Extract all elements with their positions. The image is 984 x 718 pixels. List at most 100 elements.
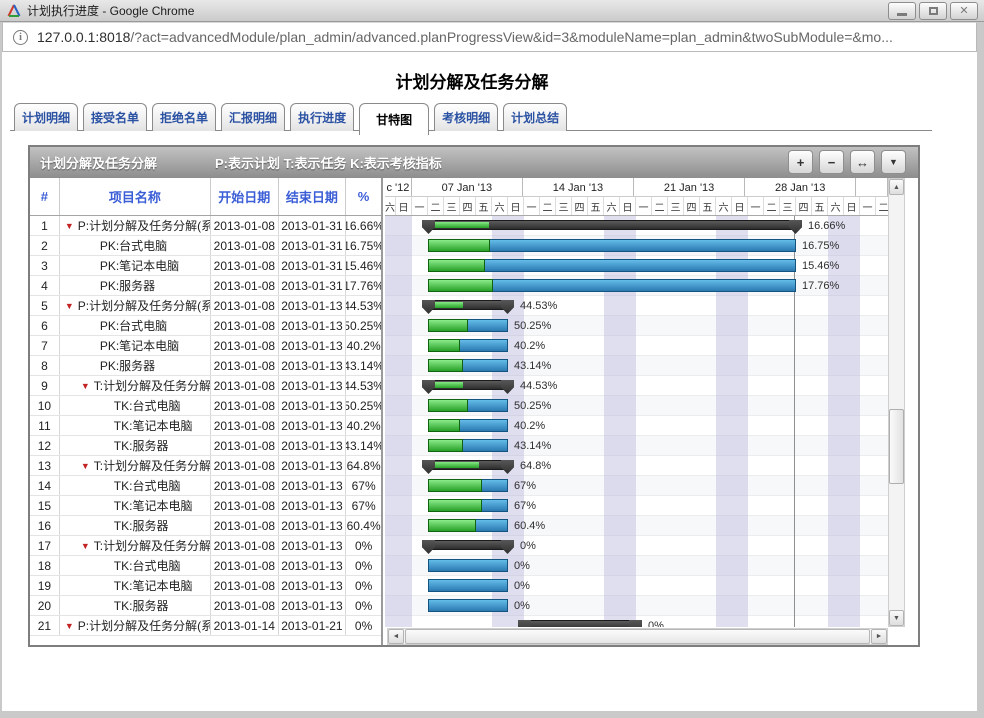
gantt-bar-summary[interactable] — [428, 460, 508, 470]
project-name: PK:笔记本电脑 — [100, 257, 179, 274]
tab-assess-detail[interactable]: 考核明细 — [434, 103, 498, 131]
bar-progress — [430, 222, 489, 228]
table-row[interactable]: 1▼P:计划分解及任务分解(系统2013-01-082013-01-3116.6… — [30, 216, 381, 236]
collapse-caret-icon[interactable]: ▼ — [81, 381, 90, 391]
table-row[interactable]: 21▼P:计划分解及任务分解(系统2013-01-142013-01-210% — [30, 616, 381, 636]
gantt-bar-task[interactable] — [428, 359, 508, 372]
gantt-bar-task[interactable] — [428, 319, 508, 332]
table-row[interactable]: 10TK:台式电脑2013-01-082013-01-1350.25% — [30, 396, 381, 416]
tab-reject-list[interactable]: 拒绝名单 — [152, 103, 216, 131]
zoom-out-button[interactable]: − — [819, 150, 844, 174]
table-row[interactable]: 12TK:服务器2013-01-082013-01-1343.14% — [30, 436, 381, 456]
bar-end-cap-icon[interactable] — [789, 220, 802, 234]
view-menu-button[interactable]: ▼ — [881, 150, 906, 174]
table-row[interactable]: 19TK:笔记本电脑2013-01-082013-01-130% — [30, 576, 381, 596]
vertical-scroll-thumb[interactable] — [889, 409, 904, 484]
gantt-bar-task[interactable] — [428, 579, 508, 592]
bar-start-cap-icon[interactable] — [422, 540, 435, 554]
gantt-bar-task[interactable] — [428, 399, 508, 412]
gantt-bar-task[interactable] — [428, 419, 508, 432]
gantt-bar-task[interactable] — [428, 339, 508, 352]
table-row[interactable]: 5▼P:计划分解及任务分解(系统2013-01-082013-01-1344.5… — [30, 296, 381, 316]
minimize-button[interactable] — [888, 2, 916, 20]
window-titlebar[interactable]: 计划执行进度 - Google Chrome ✕ — [0, 0, 984, 22]
percent-cell: 50.25% — [346, 316, 381, 335]
week-header-cell — [856, 178, 888, 197]
project-name: T:计划分解及任务分解(一 — [94, 377, 211, 394]
horizontal-scrollbar[interactable]: ◄ ► — [387, 628, 888, 645]
day-header-cell: 二 — [876, 197, 888, 216]
gantt-bar-summary[interactable] — [428, 300, 508, 310]
fit-width-button[interactable]: ↔ — [850, 150, 875, 174]
scroll-right-button[interactable]: ► — [871, 629, 887, 644]
table-row[interactable]: 4PK:服务器2013-01-082013-01-3117.76% — [30, 276, 381, 296]
bar-end-cap-icon[interactable] — [501, 460, 514, 474]
gantt-bar-task[interactable] — [428, 279, 796, 292]
tab-accept-list[interactable]: 接受名单 — [83, 103, 147, 131]
gantt-bar-summary[interactable] — [428, 380, 508, 390]
tab-plan-summary[interactable]: 计划总结 — [503, 103, 567, 131]
table-row[interactable]: 15TK:笔记本电脑2013-01-082013-01-1367% — [30, 496, 381, 516]
scroll-left-button[interactable]: ◄ — [388, 629, 404, 644]
collapse-caret-icon[interactable]: ▼ — [65, 621, 74, 631]
gantt-bar-task[interactable] — [428, 479, 508, 492]
tab-exec-progress[interactable]: 执行进度 — [290, 103, 354, 131]
gantt-bar-task[interactable] — [428, 559, 508, 572]
close-button[interactable]: ✕ — [950, 2, 978, 20]
bar-end-cap-icon[interactable] — [501, 300, 514, 314]
table-row[interactable]: 3PK:笔记本电脑2013-01-082013-01-3115.46% — [30, 256, 381, 276]
zoom-in-button[interactable]: + — [788, 150, 813, 174]
project-name-cell: TK:笔记本电脑 — [60, 416, 211, 435]
tab-plan-detail[interactable]: 计划明细 — [14, 103, 78, 131]
day-header-cell: 四 — [684, 197, 700, 216]
table-row[interactable]: 16TK:服务器2013-01-082013-01-1360.4% — [30, 516, 381, 536]
url-bar[interactable]: i 127.0.0.1:8018/?act=advancedModule/pla… — [2, 22, 977, 52]
table-row[interactable]: 14TK:台式电脑2013-01-082013-01-1367% — [30, 476, 381, 496]
gantt-bar-task[interactable] — [428, 519, 508, 532]
table-row[interactable]: 18TK:台式电脑2013-01-082013-01-130% — [30, 556, 381, 576]
gantt-bar-task[interactable] — [428, 599, 508, 612]
collapse-caret-icon[interactable]: ▼ — [81, 541, 90, 551]
tab-gantt-chart[interactable]: 甘特图 — [359, 103, 429, 135]
vertical-scrollbar[interactable]: ▲ ▼ — [888, 178, 905, 627]
bar-end-cap-icon[interactable] — [501, 380, 514, 394]
collapse-caret-icon[interactable]: ▼ — [81, 461, 90, 471]
gantt-bar-task[interactable] — [428, 259, 796, 272]
gantt-bar-task[interactable] — [428, 439, 508, 452]
table-row[interactable]: 13▼T:计划分解及任务分解(2013-01-082013-01-1364.8% — [30, 456, 381, 476]
bar-start-cap-icon[interactable] — [518, 620, 531, 627]
gantt-bar-summary[interactable] — [524, 620, 636, 627]
table-row[interactable]: 8PK:服务器2013-01-082013-01-1343.14% — [30, 356, 381, 376]
bar-progress — [428, 519, 476, 532]
start-date-cell: 2013-01-08 — [211, 536, 279, 555]
bar-start-cap-icon[interactable] — [422, 300, 435, 314]
gantt-bar-summary[interactable] — [428, 220, 796, 230]
bar-percent-label: 64.8% — [520, 460, 551, 472]
table-row[interactable]: 11TK:笔记本电脑2013-01-082013-01-1340.2% — [30, 416, 381, 436]
gantt-bar-task[interactable] — [428, 239, 796, 252]
table-row[interactable]: 6PK:台式电脑2013-01-082013-01-1350.25% — [30, 316, 381, 336]
bar-start-cap-icon[interactable] — [422, 380, 435, 394]
start-date-cell: 2013-01-08 — [211, 556, 279, 575]
gantt-bar-summary[interactable] — [428, 540, 508, 550]
table-row[interactable]: 7PK:笔记本电脑2013-01-082013-01-1340.2% — [30, 336, 381, 356]
horizontal-scroll-thumb[interactable] — [405, 629, 870, 644]
scroll-down-button[interactable]: ▼ — [889, 610, 904, 626]
table-row[interactable]: 9▼T:计划分解及任务分解(一2013-01-082013-01-1344.53… — [30, 376, 381, 396]
tab-report-detail[interactable]: 汇报明细 — [221, 103, 285, 131]
maximize-button[interactable] — [919, 2, 947, 20]
collapse-caret-icon[interactable]: ▼ — [65, 221, 74, 231]
table-row[interactable]: 17▼T:计划分解及任务分解(2013-01-082013-01-130% — [30, 536, 381, 556]
bar-start-cap-icon[interactable] — [422, 460, 435, 474]
info-icon[interactable]: i — [13, 30, 28, 45]
bar-end-cap-icon[interactable] — [629, 620, 642, 627]
collapse-caret-icon[interactable]: ▼ — [65, 301, 74, 311]
bar-end-cap-icon[interactable] — [501, 540, 514, 554]
table-row[interactable]: 2PK:台式电脑2013-01-082013-01-3116.75% — [30, 236, 381, 256]
bar-start-cap-icon[interactable] — [422, 220, 435, 234]
gantt-bar-task[interactable] — [428, 499, 508, 512]
bar-percent-label: 60.4% — [514, 520, 545, 532]
scroll-up-button[interactable]: ▲ — [889, 179, 904, 195]
url-text[interactable]: 127.0.0.1:8018/?act=advancedModule/plan_… — [37, 29, 893, 45]
table-row[interactable]: 20TK:服务器2013-01-082013-01-130% — [30, 596, 381, 616]
